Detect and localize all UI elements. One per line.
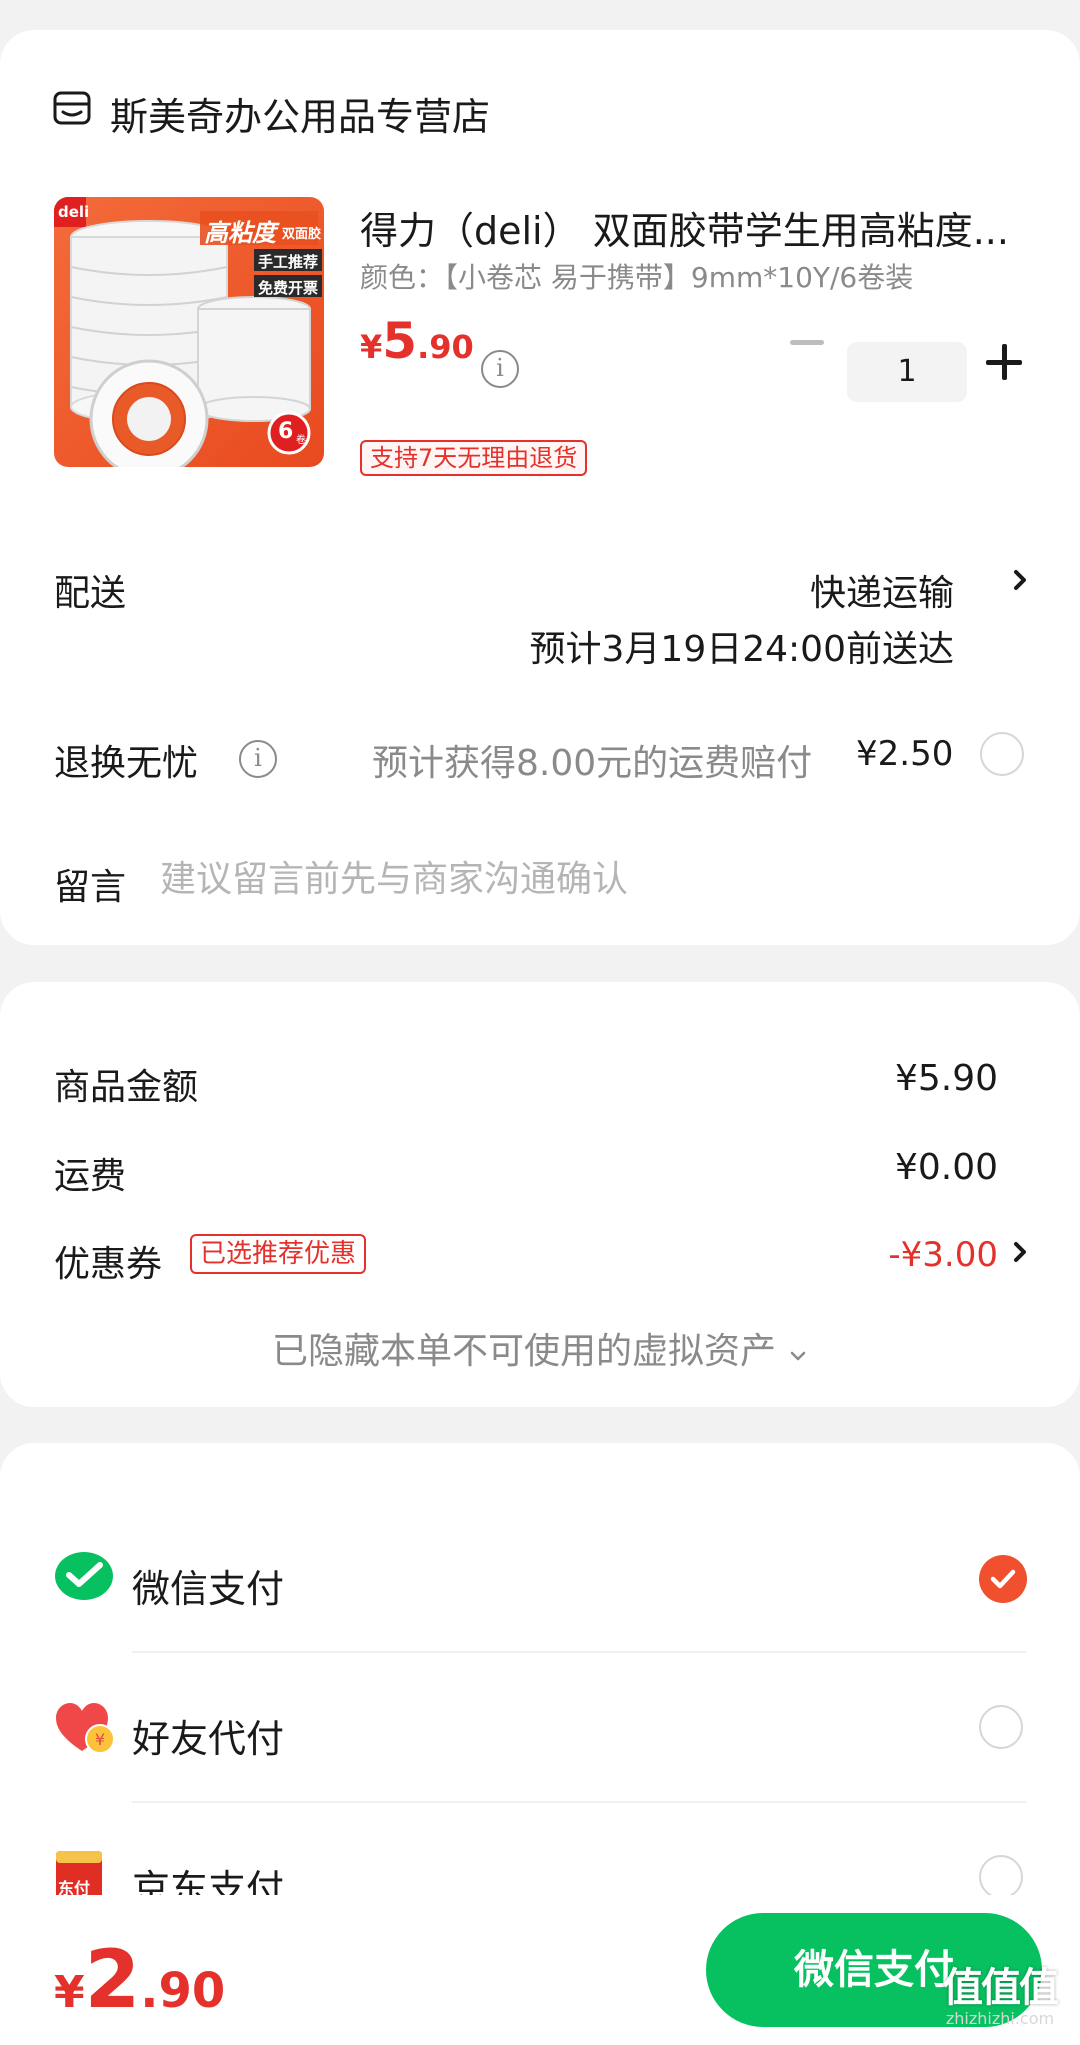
price-decimal: .90 [417,328,474,366]
image-tag-1: 手工推荐 [258,253,319,271]
message-label: 留言 [54,867,127,908]
order-card: 斯美奇办公用品专营店 deli 高粘度 双面胶 手工推荐 免费开票 6 卷 得力… [0,30,1080,945]
info-icon[interactable]: i [239,740,277,778]
return-service-radio[interactable] [980,732,1024,776]
checkmark-icon[interactable] [979,1555,1027,1603]
goods-amount-label: 商品金额 [54,1067,199,1108]
return-service-price: ¥2.50 [856,734,954,774]
freight-label: 运费 [54,1156,127,1197]
hidden-assets-text: 已隐藏本单不可使用的虚拟资产 [271,1331,776,1372]
payment-label: 好友代付 [132,1717,285,1761]
total-decimal: .90 [140,1963,226,2019]
payment-label: 微信支付 [132,1567,285,1611]
quantity-field[interactable]: 1 [847,342,967,402]
price-currency: ¥ [360,328,383,366]
coupon-value[interactable]: -¥3.00 [888,1235,998,1275]
friend-pay-icon: ¥ [54,1699,115,1759]
freight-value: ¥0.00 [894,1147,998,1188]
product-price: ¥5.90 [360,312,474,370]
quantity-increase-button[interactable] [986,344,1022,380]
chevron-right-icon[interactable] [1010,1232,1034,1276]
product-image[interactable]: deli 高粘度 双面胶 手工推荐 免费开票 6 卷 [54,197,324,467]
coupon-label: 优惠券 [54,1244,163,1285]
price-summary-card: 商品金额 ¥5.90 运费 ¥0.00 优惠券 已选推荐优惠 -¥3.00 已隐… [0,982,1080,1407]
return-service-desc: 预计获得8.00元的运费赔付 [372,743,813,784]
image-text-main: 高粘度 [204,219,276,247]
shipping-method[interactable]: 快递运输 [810,564,954,616]
store-icon [52,88,92,128]
wechat-pay-icon [54,1549,114,1609]
watermark-logo: 值值值 [943,1965,1059,2011]
info-icon[interactable]: i [481,350,519,388]
return-service-label: 退换无忧 [54,743,199,784]
image-text-sub: 双面胶 [282,227,322,242]
shipping-label: 配送 [54,573,127,614]
chevron-right-icon[interactable] [1010,560,1034,604]
coupon-tag: 已选推荐优惠 [190,1234,367,1274]
product-title[interactable]: 得力（deli） 双面胶带学生用高粘度... [360,200,1020,255]
image-count: 6 [278,419,294,444]
total-price: ¥2.90 [54,1933,225,2026]
chevron-down-icon [788,1344,808,1369]
checkout-bar: ¥2.90 微信支付 值值值 zhizhizhi.com [0,1895,1080,2045]
return-policy-tag: 支持7天无理由退货 [360,440,588,476]
payment-option-friend[interactable]: ¥ 好友代付 [0,1653,1080,1803]
image-tag-2: 免费开票 [258,279,319,297]
image-count-unit: 卷 [296,435,306,446]
product-spec[interactable]: 颜色：【小卷芯 易于携带】9mm*10Y/6卷装 [360,256,913,296]
payment-radio[interactable] [979,1705,1023,1749]
shop-name[interactable]: 斯美奇办公用品专营店 [110,86,490,141]
payment-option-wechat[interactable]: 微信支付 [0,1503,1080,1653]
svg-text:¥: ¥ [95,1730,105,1749]
brand-badge: deli [58,203,90,221]
total-integer: 2 [84,1933,141,2026]
goods-amount-value: ¥5.90 [894,1058,998,1099]
message-input[interactable] [160,856,1020,902]
payment-radio[interactable] [979,1855,1023,1899]
shipping-eta: 预计3月19日24:00前送达 [529,629,954,670]
total-currency: ¥ [54,1967,85,2018]
watermark-url: zhizhizhi.com [945,2009,1055,2028]
watermark: 值值值 zhizhizhi.com [930,1955,1070,2035]
price-integer: 5 [382,312,418,370]
quantity-decrease-button[interactable] [790,340,824,345]
hidden-assets-toggle[interactable]: 已隐藏本单不可使用的虚拟资产 [0,1322,1080,1374]
